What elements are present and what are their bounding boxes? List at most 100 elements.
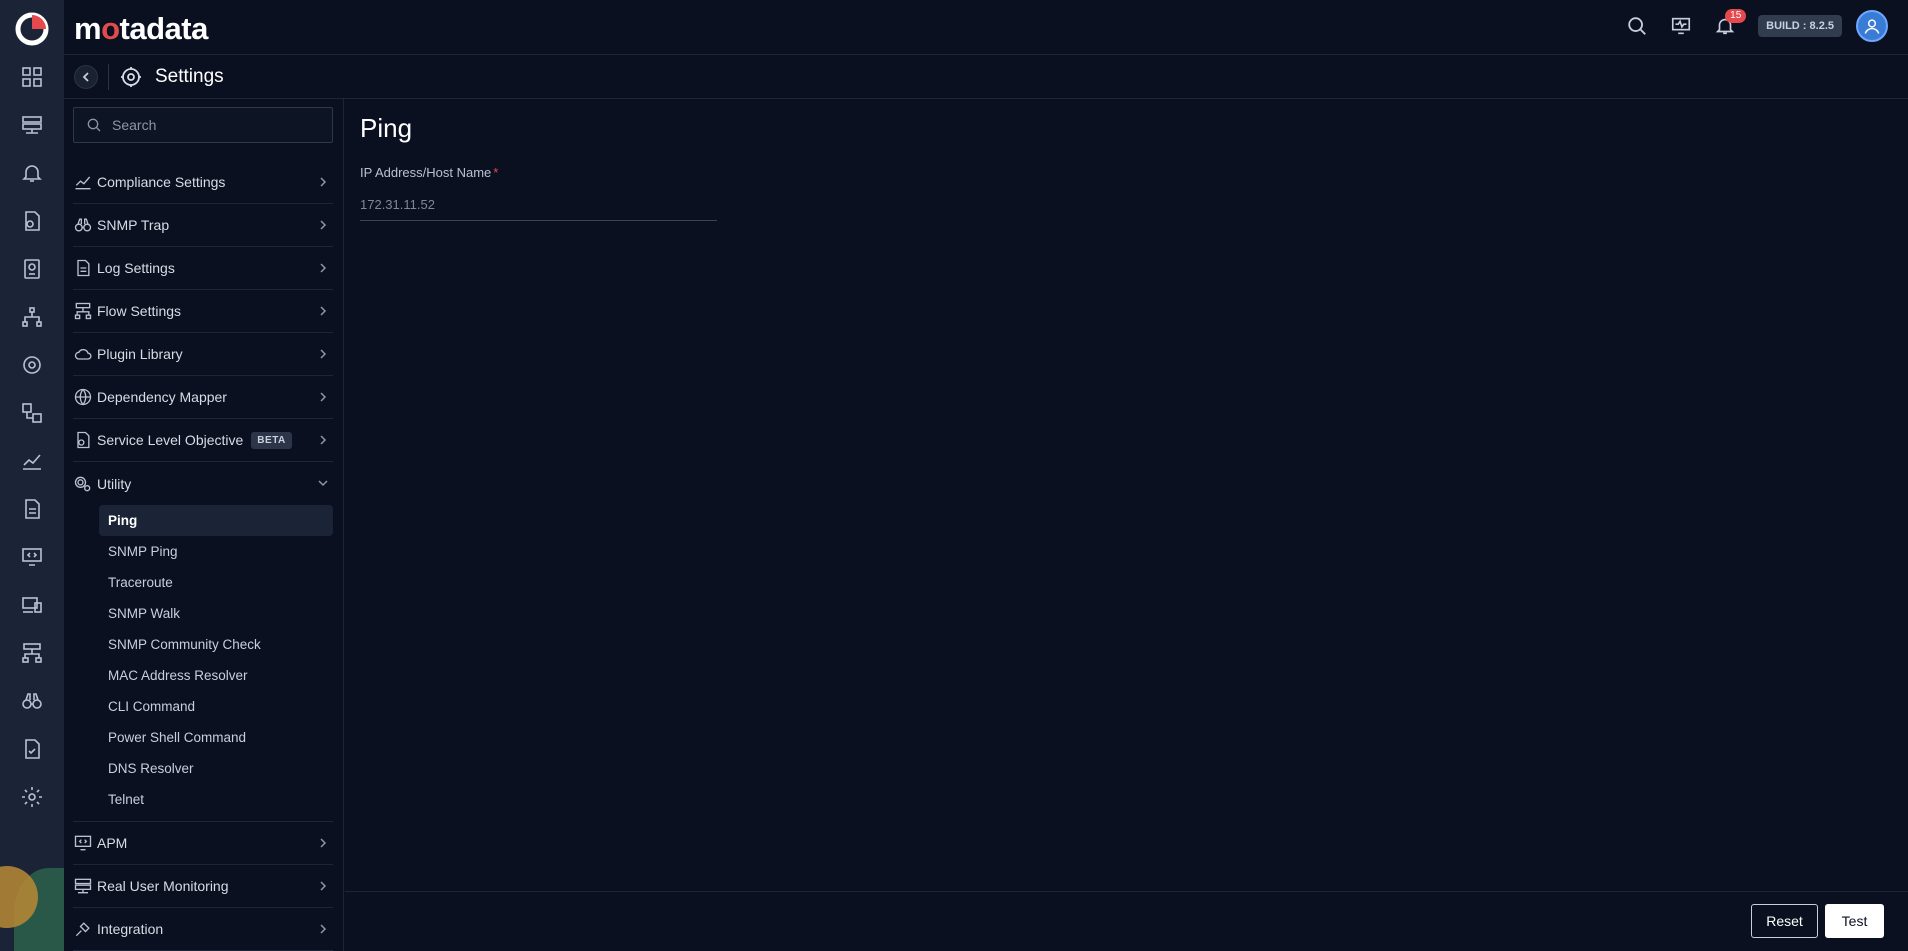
trap-binoculars-icon[interactable]: [19, 688, 45, 714]
back-button[interactable]: [74, 64, 98, 89]
alerts-bell-icon[interactable]: [19, 160, 45, 186]
submenu-item-snmp-walk[interactable]: SNMP Walk: [99, 598, 333, 629]
chevron-right-icon: [320, 177, 327, 187]
apm-code-icon[interactable]: [19, 544, 45, 570]
menu-item-real-user-monitoring[interactable]: Real User Monitoring: [73, 865, 333, 908]
settings-gear-icon[interactable]: [19, 784, 45, 810]
menu-item-dependency-mapper[interactable]: Dependency Mapper: [73, 376, 333, 419]
menu-item-utility[interactable]: Utility: [73, 462, 333, 505]
build-version-badge: BUILD : 8.2.5: [1758, 15, 1842, 37]
notifications-bell-icon[interactable]: 15: [1710, 9, 1747, 41]
notification-count-badge: 15: [1725, 9, 1747, 23]
brand-dot: o: [101, 11, 120, 46]
menu-item-label: Dependency Mapper: [97, 389, 227, 405]
chevron-right-icon: [320, 220, 327, 230]
binoculars-icon: [73, 215, 93, 235]
breadcrumb: Settings: [64, 55, 1908, 99]
menu-item-label: Log Settings: [97, 260, 175, 276]
ip-host-input[interactable]: [360, 189, 717, 219]
monitor-gear-icon[interactable]: [19, 352, 45, 378]
brand-logo[interactable]: motadata: [74, 11, 208, 47]
page-section-title: Settings: [155, 65, 224, 87]
settings-menu: Compliance Settings SNMP Trap Log Settin…: [64, 99, 344, 951]
chevron-down-icon: [318, 480, 328, 487]
metrics-chart-icon[interactable]: [19, 448, 45, 474]
menu-item-label: Compliance Settings: [97, 174, 226, 190]
chevron-right-icon: [320, 435, 327, 445]
chevron-right-icon: [320, 881, 327, 891]
chevron-right-icon: [320, 838, 327, 848]
user-avatar[interactable]: [1856, 10, 1888, 42]
log-document-icon[interactable]: [19, 496, 45, 522]
devices-icon[interactable]: [19, 592, 45, 618]
chevron-right-icon: [320, 306, 327, 316]
submenu-item-traceroute[interactable]: Traceroute: [99, 567, 333, 598]
submenu-item-dns-resolver[interactable]: DNS Resolver: [99, 753, 333, 784]
topology-icon[interactable]: [19, 304, 45, 330]
field-label-text: IP Address/Host Name: [360, 165, 492, 180]
menu-item-label: Service Level Objective: [97, 432, 244, 448]
menu-item-label: Flow Settings: [97, 303, 182, 319]
submenu-item-telnet[interactable]: Telnet: [99, 784, 333, 815]
menu-item-service-level-objective[interactable]: Service Level Objective BETA: [73, 419, 333, 462]
ip-host-field: [360, 189, 717, 221]
globe-icon: [73, 387, 93, 407]
utility-submenu: Ping SNMP Ping Traceroute SNMP Walk SNMP…: [73, 505, 333, 822]
audit-check-icon[interactable]: [19, 736, 45, 762]
report-file-icon[interactable]: [19, 208, 45, 234]
menu-search[interactable]: [73, 107, 333, 143]
network-flow-icon[interactable]: [19, 640, 45, 666]
search-input[interactable]: [112, 117, 322, 133]
global-search-icon[interactable]: [1622, 11, 1652, 41]
slo-icon: [73, 430, 93, 450]
reset-button[interactable]: Reset: [1751, 904, 1818, 938]
submenu-item-cli-command[interactable]: CLI Command: [99, 691, 333, 722]
menu-item-label: Integration: [97, 921, 164, 937]
servers-icon[interactable]: [19, 112, 45, 138]
menu-item-compliance-settings[interactable]: Compliance Settings: [73, 161, 333, 204]
brand-text-suffix: tadata: [119, 11, 209, 46]
dashboard-icon[interactable]: [19, 64, 45, 90]
menu-item-label: Real User Monitoring: [97, 878, 229, 894]
monitor-health-icon[interactable]: [1666, 11, 1696, 41]
menu-item-flow-settings[interactable]: Flow Settings: [73, 290, 333, 333]
submenu-item-power-shell-command[interactable]: Power Shell Command: [99, 722, 333, 753]
log-file-icon: [73, 258, 93, 278]
submenu-item-snmp-ping[interactable]: SNMP Ping: [99, 536, 333, 567]
integration-icon: [73, 919, 93, 939]
chevron-right-icon: [320, 349, 327, 359]
menu-item-label: SNMP Trap: [97, 217, 170, 233]
test-button[interactable]: Test: [1825, 904, 1884, 938]
inventory-icon[interactable]: [19, 256, 45, 282]
flow-icon: [73, 301, 93, 321]
workflow-icon[interactable]: [19, 400, 45, 426]
menu-item-snmp-trap[interactable]: SNMP Trap: [73, 204, 333, 247]
menu-item-label: Plugin Library: [97, 346, 183, 362]
search-icon: [87, 118, 101, 132]
main-panel: Ping IP Address/Host Name* Reset Test: [345, 99, 1908, 951]
chevron-right-icon: [320, 392, 327, 402]
beta-badge: BETA: [251, 431, 292, 449]
ip-host-label: IP Address/Host Name *: [360, 165, 498, 180]
menu-item-apm[interactable]: APM: [73, 822, 333, 865]
chevron-right-icon: [320, 924, 327, 934]
menu-item-plugin-library[interactable]: Plugin Library: [73, 333, 333, 376]
menu-list: Compliance Settings SNMP Trap Log Settin…: [73, 161, 333, 951]
chevron-right-icon: [320, 263, 327, 273]
compliance-icon: [73, 172, 93, 192]
cloud-plugin-icon: [73, 344, 93, 364]
menu-item-integration[interactable]: Integration: [73, 908, 333, 951]
submenu-item-mac-address-resolver[interactable]: MAC Address Resolver: [99, 660, 333, 691]
menu-item-log-settings[interactable]: Log Settings: [73, 247, 333, 290]
app-logo-icon[interactable]: [15, 12, 49, 46]
app-root: motadata 15 BUILD : 8.2.5 Settings Compl…: [0, 0, 1908, 951]
menu-item-label: Utility: [97, 475, 132, 492]
required-asterisk: *: [493, 165, 499, 180]
submenu-item-snmp-community-check[interactable]: SNMP Community Check: [99, 629, 333, 660]
brand-text: m: [74, 11, 102, 46]
apm-monitor-icon: [73, 833, 93, 853]
submenu-item-ping[interactable]: Ping: [99, 505, 333, 536]
rum-icon: [73, 876, 93, 896]
top-bar: motadata 15 BUILD : 8.2.5: [64, 0, 1908, 55]
icon-rail: [0, 0, 64, 951]
